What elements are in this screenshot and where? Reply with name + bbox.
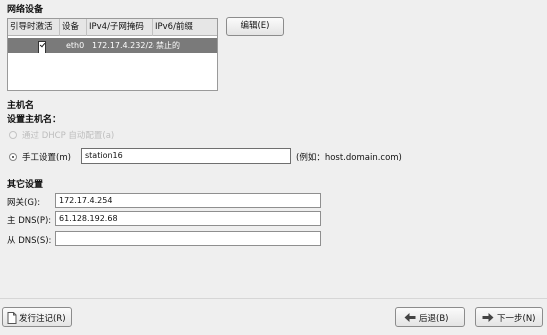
back-button[interactable]: 后退(B) — [395, 307, 465, 327]
secondary-dns-input[interactable] — [55, 231, 321, 246]
dhcp-radio[interactable] — [9, 131, 17, 139]
hostname-input[interactable]: station16 — [81, 148, 291, 164]
hostname-title: 主机名 — [7, 101, 35, 111]
footer-divider — [0, 298, 547, 299]
release-notes-label: 发行注记(R) — [19, 314, 66, 324]
hostname-subtitle: 设置主机名： — [7, 115, 62, 125]
document-icon — [7, 312, 17, 327]
manual-radio[interactable] — [9, 153, 17, 161]
active-checkbox[interactable] — [38, 41, 46, 53]
release-notes-button[interactable]: 发行注记(R) — [2, 307, 72, 327]
next-button[interactable]: 下一步(N) — [475, 307, 543, 327]
manual-radio-label: 手工设置(m) — [22, 153, 71, 163]
dhcp-radio-label: 通过 DHCP 自动配置(a) — [22, 131, 115, 141]
col-ipv6[interactable]: IPv6/前缀 — [153, 19, 217, 36]
edit-button[interactable]: 编辑(E) — [226, 17, 284, 36]
gateway-input[interactable]: 172.17.4.254 — [55, 193, 321, 208]
primary-dns-label: 主 DNS(P): — [7, 216, 52, 226]
hostname-example: (例如：host.domain.com) — [296, 153, 402, 163]
active-checkbox-cell[interactable] — [8, 38, 64, 53]
next-label: 下一步(N) — [497, 314, 536, 324]
device-cell: eth0 — [66, 41, 85, 50]
back-label: 后退(B) — [419, 314, 449, 324]
back-arrow-icon — [404, 312, 416, 326]
device-table-header: 引导时激活 设备 IPv4/子网掩码 IPv6/前缀 — [8, 19, 217, 36]
secondary-dns-label: 从 DNS(S): — [7, 236, 52, 246]
network-devices-title: 网络设备 — [7, 5, 44, 15]
misc-title: 其它设置 — [7, 180, 44, 190]
col-device[interactable]: 设备 — [60, 19, 87, 36]
col-ipv4[interactable]: IPv4/子网掩码 — [87, 19, 153, 36]
ipv6-cell: 禁止的 — [156, 41, 180, 50]
primary-dns-input[interactable]: 61.128.192.68 — [55, 211, 321, 226]
gateway-label: 网关(G): — [7, 198, 41, 208]
col-active-on-boot[interactable]: 引导时激活 — [8, 19, 60, 36]
table-row[interactable]: eth0 172.17.4.232/24 禁止的 — [8, 38, 217, 53]
forward-arrow-icon — [482, 312, 494, 326]
device-table[interactable]: 引导时激活 设备 IPv4/子网掩码 IPv6/前缀 eth0 172.17.4… — [7, 18, 218, 91]
ipv4-cell: 172.17.4.232/24 — [92, 41, 154, 50]
